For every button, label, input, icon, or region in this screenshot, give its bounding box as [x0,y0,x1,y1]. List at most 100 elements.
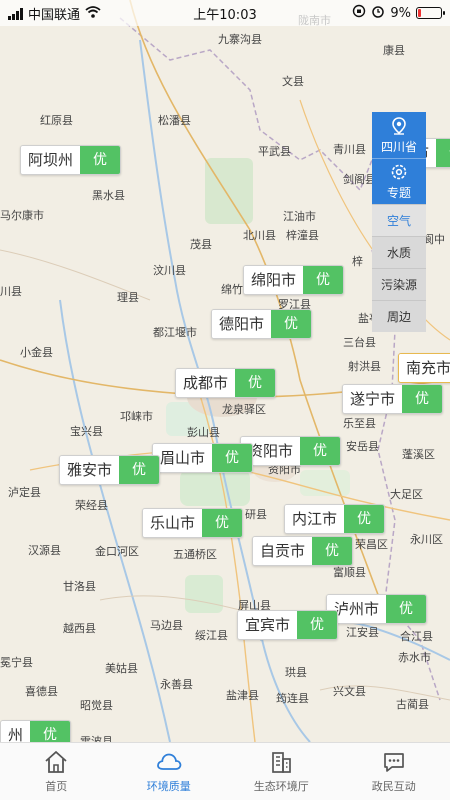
tab-water[interactable]: 水质 [372,236,426,268]
tab-pollution-source[interactable]: 污染源 [372,268,426,300]
place-label: 小金县 [20,346,53,359]
place-label: 筠连县 [276,692,309,705]
quality-badge: 优 [402,385,443,413]
city-marker[interactable]: 德阳市优 [211,309,313,339]
place-label: 雷波县 [80,735,113,742]
city-name: 南充市 [399,354,450,382]
quality-badge: 优 [119,456,160,484]
place-label: 平武县 [258,145,291,158]
city-marker[interactable]: 遂宁市优 [342,384,444,414]
city-marker[interactable]: 宜宾市优 [237,610,339,640]
building-icon [272,752,292,773]
city-marker[interactable]: 内江市优 [284,504,386,534]
place-label: 研县 [245,508,267,521]
city-name: 成都市 [176,369,236,397]
city-marker[interactable]: 成都市优 [175,368,277,398]
place-label: 越西县 [63,622,96,635]
place-label: 昭觉县 [80,699,113,712]
place-label: 马边县 [150,619,183,632]
tab-air[interactable]: 空气 [372,204,426,236]
bottom-tab-bar: 首页 环境质量 生态环境厅 政民互动 [0,742,450,800]
quality-badge: 优 [386,595,427,623]
place-label: 冕宁县 [0,656,33,669]
quality-badge: 优 [212,444,253,472]
place-label: 松潘县 [158,114,191,127]
region-select-button[interactable]: 四川省 [372,112,426,158]
location-pin-icon [392,116,406,135]
place-label: 五通桥区 [173,548,217,561]
place-label: 永善县 [160,678,193,691]
city-marker[interactable]: 乐山市优 [142,508,244,538]
battery-percent: 9% [390,5,411,21]
place-label: 康县 [383,44,405,57]
city-marker[interactable]: 阿坝州优 [20,145,122,175]
place-label: 龙泉驿区 [222,403,266,416]
city-marker[interactable]: 自贡市优 [252,536,354,566]
tab-home[interactable]: 首页 [0,743,113,800]
place-label: 川县 [0,285,22,298]
place-label: 绵竹 [221,283,243,296]
city-name: 遂宁市 [343,385,403,413]
place-label: 梓 [352,255,363,268]
place-label: 金口河区 [95,545,139,558]
place-label: 茂县 [190,238,212,251]
city-marker[interactable]: 泸州市优 [326,594,428,624]
gear-icon [391,164,407,180]
place-label: 珙县 [285,666,307,679]
tab-ecology-department[interactable]: 生态环境厅 [225,743,338,800]
topic-button[interactable]: 专题 [372,158,426,204]
place-label: 蓬溪区 [402,448,435,461]
city-name: 绵阳市 [244,266,304,294]
place-label: 喜德县 [25,685,58,698]
place-label: 黑水县 [92,189,125,202]
lock-rotation-icon [352,4,366,22]
city-marker[interactable]: 绵阳市优 [243,265,345,295]
quality-badge: 优 [271,310,312,338]
place-label: 乐至县 [343,417,376,430]
home-icon [45,751,67,773]
place-label: 大足区 [390,488,423,501]
city-name: 德阳市 [212,310,272,338]
place-label: 三台县 [343,336,376,349]
tab-label: 政民互动 [371,780,416,793]
quality-badge: 优 [300,437,341,465]
place-label: 阆中 [423,233,445,246]
place-label: 江安县 [346,626,379,639]
city-name: 眉山市 [153,444,213,472]
place-label: 射洪县 [348,360,381,373]
place-label: 青川县 [333,143,366,156]
alarm-icon [371,4,385,22]
place-label: 九寨沟县 [218,33,262,46]
place-label: 古蔺县 [396,698,429,711]
place-label: 邛崃市 [120,410,153,423]
place-label: 马尔康市 [0,209,44,222]
city-name: 自贡市 [253,537,313,565]
city-marker[interactable]: 眉山市优 [152,443,254,473]
tab-nearby[interactable]: 周边 [372,300,426,332]
place-label: 盐津县 [226,689,259,702]
place-label: 美姑县 [105,662,138,675]
quality-badge: 优 [202,509,243,537]
chat-icon [383,753,404,772]
quality-badge: 优 [344,505,385,533]
place-label: 江油市 [283,210,316,223]
place-label: 理县 [117,291,139,304]
place-label: 甘洛县 [63,580,96,593]
place-label: 梓潼县 [286,229,319,242]
place-label: 荣经县 [75,499,108,512]
place-label: 宝兴县 [70,425,103,438]
region-label: 四川省 [380,139,417,154]
city-name: 阿坝州 [21,146,81,174]
cloud-icon [156,753,182,770]
tab-public-interaction[interactable]: 政民互动 [338,743,450,800]
city-marker[interactable]: 州优 [0,720,72,742]
tab-environment-quality[interactable]: 环境质量 [113,743,226,800]
city-name: 乐山市 [143,509,203,537]
city-name: 内江市 [285,505,345,533]
city-marker[interactable]: 雅安市优 [59,455,161,485]
city-marker[interactable]: 南充市 [398,353,450,383]
city-marker[interactable]: 资阳市优 [240,436,342,466]
city-name: 宜宾市 [238,611,298,639]
place-label: 文县 [282,75,304,88]
tab-label: 首页 [45,780,68,793]
